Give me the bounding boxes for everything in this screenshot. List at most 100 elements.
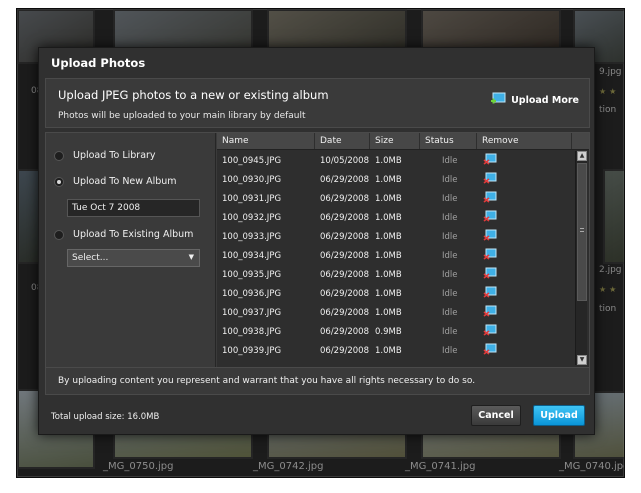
table-header: Name Date Size Status Remove [217, 133, 589, 150]
file-status-cell: Idle [442, 250, 458, 261]
table-row[interactable]: 100_0938.JPG 06/29/2008 0.9MB Idle [217, 322, 575, 341]
select-value: Select... [72, 253, 109, 263]
file-status-cell: Idle [442, 269, 458, 280]
file-size-cell: 1.0MB [375, 155, 402, 166]
column-header-date[interactable]: Date [315, 133, 370, 149]
upload-to-new-album-option[interactable]: Upload To New Album [54, 176, 177, 187]
table-row[interactable]: 100_0939.JPG 06/29/2008 1.0MB Idle [217, 341, 575, 360]
column-header-remove[interactable]: Remove [477, 133, 572, 149]
option-label: Upload To Existing Album [73, 229, 194, 240]
remove-file-button[interactable] [477, 229, 572, 244]
cancel-button[interactable]: Cancel [471, 405, 521, 426]
upload-more-label: Upload More [511, 95, 579, 106]
table-row[interactable]: 100_0936.JPG 06/29/2008 1.0MB Idle [217, 284, 575, 303]
file-size-cell: 1.0MB [375, 307, 402, 318]
radio-button[interactable] [54, 150, 64, 161]
scroll-up-button[interactable]: ▲ [577, 151, 587, 161]
remove-file-button[interactable] [477, 248, 572, 263]
radio-button-selected[interactable] [54, 176, 64, 187]
upload-photos-dialog: Upload Photos Upload JPEG photos to a ne… [38, 47, 595, 435]
remove-photo-icon [483, 191, 497, 206]
remove-photo-icon [483, 153, 497, 168]
file-size-cell: 1.0MB [375, 193, 402, 204]
scroll-down-button[interactable]: ▼ [577, 355, 587, 365]
file-status-cell: Idle [442, 212, 458, 223]
column-header-status[interactable]: Status [420, 133, 477, 149]
remove-file-button[interactable] [477, 286, 572, 301]
file-name-cell: 100_0932.JPG [222, 212, 282, 223]
remove-file-button[interactable] [477, 343, 572, 358]
rights-notice: By uploading content you represent and w… [58, 376, 476, 386]
file-status-cell: Idle [442, 155, 458, 166]
remove-file-button[interactable] [477, 153, 572, 168]
file-status-cell: Idle [442, 193, 458, 204]
file-date-cell: 06/29/2008 [320, 250, 369, 261]
photo-thumbnail[interactable] [603, 169, 624, 264]
remove-file-button[interactable] [477, 172, 572, 187]
table-row[interactable]: 100_0937.JPG 06/29/2008 1.0MB Idle [217, 303, 575, 322]
file-name-cell: 100_0936.JPG [222, 288, 282, 299]
column-header-size[interactable]: Size [370, 133, 420, 149]
background-label: tion [599, 304, 617, 314]
radio-button[interactable] [54, 229, 64, 240]
file-date-cell: 06/29/2008 [320, 193, 369, 204]
remove-file-button[interactable] [477, 305, 572, 320]
table-row[interactable]: 100_0933.JPG 06/29/2008 1.0MB Idle [217, 227, 575, 246]
file-size-cell: 1.0MB [375, 269, 402, 280]
option-label: Upload To New Album [73, 176, 177, 187]
file-date-cell: 06/29/2008 [320, 326, 369, 337]
table-scrollbar[interactable]: ▲ ▼ [575, 151, 587, 365]
remove-photo-icon [483, 324, 497, 339]
file-name-cell: 100_0938.JPG [222, 326, 282, 337]
background-label: tion [599, 105, 617, 115]
remove-photo-icon [483, 305, 497, 320]
table-body: 100_0945.JPG 10/05/2008 1.0MB Idle 100_0930.… [217, 151, 575, 360]
upload-to-existing-album-option[interactable]: Upload To Existing Album [54, 229, 193, 240]
new-album-name-input[interactable]: Tue Oct 7 2008 [67, 199, 200, 217]
table-row[interactable]: 100_0932.JPG 06/29/2008 1.0MB Idle [217, 208, 575, 227]
table-row[interactable]: 100_0934.JPG 06/29/2008 1.0MB Idle [217, 246, 575, 265]
remove-file-button[interactable] [477, 324, 572, 339]
file-name-cell: 100_0939.JPG [222, 345, 282, 356]
file-date-cell: 06/29/2008 [320, 307, 369, 318]
remove-file-button[interactable] [477, 191, 572, 206]
rating-stars: ★★ [599, 87, 620, 96]
remove-photo-icon [483, 210, 497, 225]
file-size-cell: 1.0MB [375, 212, 402, 223]
thumbnail-filename: _MG_0742.jpg [253, 461, 324, 472]
thumbnail-filename: _MG_0740.jpg [559, 461, 625, 472]
file-name-cell: 100_0945.JPG [222, 155, 282, 166]
upload-more-button[interactable]: Upload More [490, 92, 579, 109]
option-label: Upload To Library [73, 150, 156, 161]
table-row[interactable]: 100_0935.JPG 06/29/2008 1.0MB Idle [217, 265, 575, 284]
upload-button[interactable]: Upload [533, 405, 585, 426]
remove-file-button[interactable] [477, 267, 572, 282]
file-status-cell: Idle [442, 326, 458, 337]
header-sub-text: Photos will be uploaded to your main lib… [58, 111, 306, 121]
remove-photo-icon [483, 172, 497, 187]
file-name-cell: 100_0934.JPG [222, 250, 282, 261]
file-status-cell: Idle [442, 231, 458, 242]
upload-to-library-option[interactable]: Upload To Library [54, 150, 156, 161]
column-header-name[interactable]: Name [217, 133, 315, 149]
file-date-cell: 06/29/2008 [320, 269, 369, 280]
file-status-cell: Idle [442, 307, 458, 318]
existing-album-select[interactable]: Select... ▼ [67, 249, 200, 267]
remove-file-button[interactable] [477, 210, 572, 225]
file-date-cell: 06/29/2008 [320, 231, 369, 242]
dialog-title: Upload Photos [51, 56, 146, 70]
file-date-cell: 06/29/2008 [320, 212, 369, 223]
background-label: 2.jpg [599, 265, 622, 275]
file-date-cell: 06/29/2008 [320, 174, 369, 185]
file-size-cell: 1.0MB [375, 231, 402, 242]
file-name-cell: 100_0931.JPG [222, 193, 282, 204]
file-status-cell: Idle [442, 288, 458, 299]
table-row[interactable]: 100_0945.JPG 10/05/2008 1.0MB Idle [217, 151, 575, 170]
scroll-thumb[interactable] [577, 163, 587, 301]
file-table: Name Date Size Status Remove 100_0945.JP… [217, 133, 589, 367]
table-row[interactable]: 100_0931.JPG 06/29/2008 1.0MB Idle [217, 189, 575, 208]
remove-photo-icon [483, 248, 497, 263]
destination-options: Upload To Library Upload To New Album Tu… [46, 133, 216, 367]
table-row[interactable]: 100_0930.JPG 06/29/2008 1.0MB Idle [217, 170, 575, 189]
remove-photo-icon [483, 286, 497, 301]
